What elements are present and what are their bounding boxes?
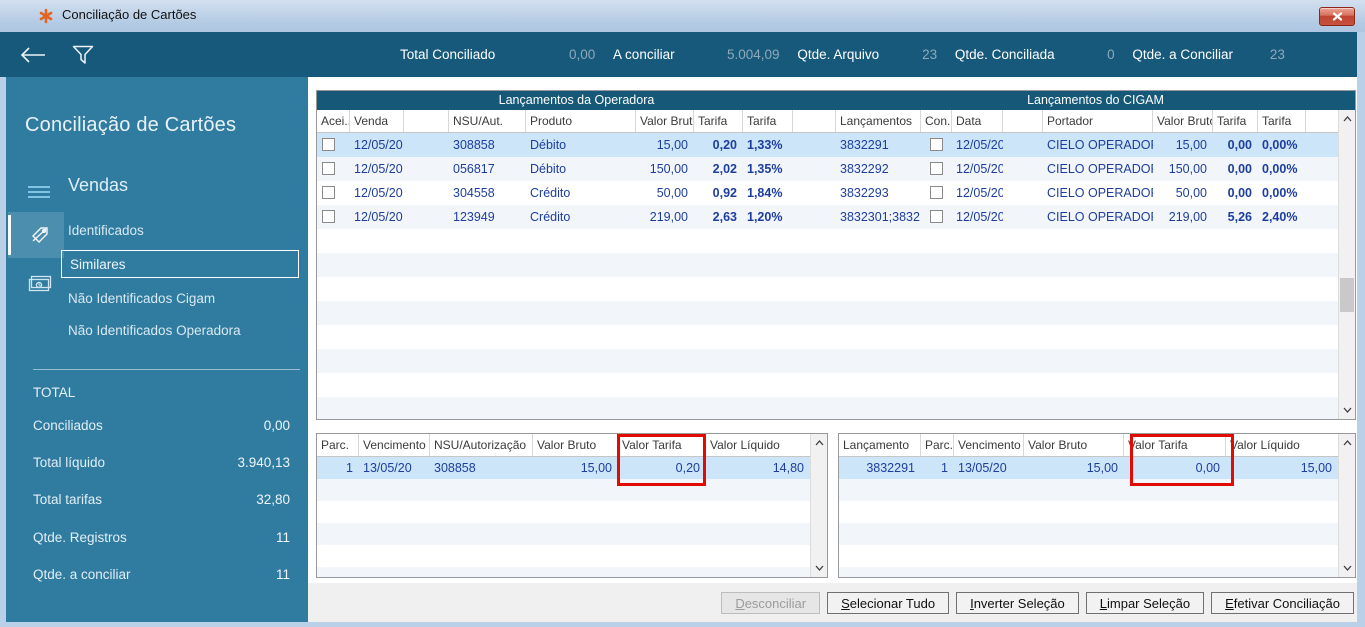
stat-total-conciliado: Total Conciliado 0,00: [400, 47, 596, 62]
scroll-down-icon[interactable]: [811, 560, 827, 576]
scrollbar-thumb[interactable]: [1340, 278, 1354, 312]
app-logo-icon: [38, 8, 54, 24]
group-header-operadora: Lançamentos da Operadora: [498, 93, 655, 107]
main-content: Lançamentos da Operadora Lançamentos do …: [308, 77, 1357, 622]
menu-hamburger-icon[interactable]: [28, 186, 50, 201]
grid-body: 12/05/20 308858 Débito 15,00 0,20 1,33% …: [317, 133, 1338, 419]
conciliado-checkbox[interactable]: [930, 161, 943, 175]
filter-funnel-icon[interactable]: [72, 32, 94, 77]
back-arrow-icon[interactable]: [20, 32, 46, 77]
close-button[interactable]: [1319, 7, 1355, 26]
main-grid-scrollbar[interactable]: [1338, 110, 1355, 419]
svg-text:$: $: [37, 283, 41, 290]
sidebar-item-similares[interactable]: Similares: [61, 250, 299, 278]
sidebar-item-nao-identificados-cigam[interactable]: Não Identificados Cigam: [68, 291, 215, 306]
inverter-selecao-button[interactable]: Inverter Seleção: [956, 592, 1079, 614]
active-section-indicator: [8, 215, 11, 255]
cigam-detail-grid: Lançamento Parc. Vencimento Valor Bruto …: [838, 433, 1356, 578]
grid-group-header: Lançamentos da Operadora Lançamentos do …: [317, 91, 1355, 110]
table-row[interactable]: 12/05/20 304558 Crédito 50,00 0,92 1,84%…: [317, 181, 1338, 205]
total-tarifas: Total tarifas 32,80: [33, 492, 290, 507]
scroll-up-icon[interactable]: [811, 435, 827, 451]
toolbar: Total Conciliado 0,00 A conciliar 5.004,…: [0, 32, 1357, 77]
total-qtde-registros: Qtde. Registros 11: [33, 530, 290, 545]
total-conciliados: Conciliados 0,00: [33, 418, 290, 433]
detail-grid-body: 1 13/05/20 308858 15,00 0,20 14,80: [317, 457, 810, 577]
stat-qtde-conciliada: Qtde. Conciliada 0: [954, 47, 1115, 62]
operadora-detail-grid: Parc. Vencimento NSU/Autorização Valor B…: [316, 433, 828, 578]
detail-grid-scrollbar[interactable]: [810, 434, 827, 577]
table-row[interactable]: 3832291 1 13/05/20 15,00 0,00 15,00: [839, 457, 1338, 479]
accept-checkbox[interactable]: [322, 185, 335, 199]
conciliado-checkbox[interactable]: [930, 137, 943, 151]
scroll-down-icon[interactable]: [1339, 560, 1355, 576]
valor-tarifa-annotation-right: [1130, 434, 1234, 486]
stat-a-conciliar: A conciliar 5.004,09: [613, 47, 780, 62]
grid-column-headers: Acei... Venda NSU/Aut. Produto Valor Bru…: [317, 110, 1338, 133]
conciliacao-cartoes-window: { "window": { "title": "Conciliação de C…: [0, 0, 1365, 627]
table-row[interactable]: 12/05/20 056817 Débito 150,00 2,02 1,35%…: [317, 157, 1338, 181]
sidebar-group-vendas: Vendas: [68, 175, 129, 195]
toolbar-stats: Total Conciliado 0,00 A conciliar 5.004,…: [400, 32, 1285, 77]
valor-tarifa-annotation-left: [617, 434, 706, 486]
accept-checkbox[interactable]: [322, 161, 335, 175]
sidebar: Conciliação de Cartões Vendas $ Identifi…: [6, 77, 308, 622]
sidebar-heading: Conciliação de Cartões: [25, 114, 237, 136]
group-header-cigam: Lançamentos do CIGAM: [1027, 93, 1164, 107]
limpar-selecao-button[interactable]: Limpar Seleção: [1085, 592, 1205, 614]
detail-grid-scrollbar[interactable]: [1338, 434, 1355, 577]
money-icon[interactable]: $: [28, 275, 52, 297]
table-row[interactable]: 12/05/20 123949 Crédito 219,00 2,63 1,20…: [317, 205, 1338, 229]
detail-grid-headers: Parc. Vencimento NSU/Autorização Valor B…: [317, 434, 810, 457]
title-bar: Conciliação de Cartões: [0, 0, 1365, 32]
table-row[interactable]: 1 13/05/20 308858 15,00 0,20 14,80: [317, 457, 810, 479]
reconciliation-grid: Lançamentos da Operadora Lançamentos do …: [316, 90, 1356, 420]
total-liquido: Total líquido 3.940,13: [33, 455, 290, 470]
detail-grid-body: 3832291 1 13/05/20 15,00 0,00 15,00: [839, 457, 1338, 577]
conciliado-checkbox[interactable]: [930, 209, 943, 223]
totals-divider: [33, 369, 300, 370]
tag-icon[interactable]: [30, 225, 50, 250]
accept-checkbox[interactable]: [322, 209, 335, 223]
stat-qtde-a-conciliar: Qtde. a Conciliar 23: [1132, 47, 1285, 62]
sidebar-item-nao-identificados-operadora[interactable]: Não Identificados Operadora: [68, 323, 241, 338]
stat-qtde-arquivo: Qtde. Arquivo 23: [797, 47, 938, 62]
efetivar-conciliacao-button[interactable]: Efetivar Conciliação: [1211, 592, 1354, 614]
scroll-up-icon[interactable]: [1339, 435, 1355, 451]
conciliado-checkbox[interactable]: [930, 185, 943, 199]
scroll-down-icon[interactable]: [1339, 402, 1355, 418]
window-title: Conciliação de Cartões: [62, 7, 197, 22]
detail-grid-headers: Lançamento Parc. Vencimento Valor Bruto …: [839, 434, 1338, 457]
accept-checkbox[interactable]: [322, 137, 335, 151]
scroll-up-icon[interactable]: [1339, 111, 1355, 127]
total-qtde-a-conciliar: Qtde. a conciliar 11: [33, 567, 290, 582]
selecionar-tudo-button[interactable]: Selecionar Tudo: [827, 592, 950, 614]
desconciliar-button: Desconciliar: [721, 592, 821, 614]
action-buttons: Desconciliar Selecionar Tudo Inverter Se…: [721, 592, 1354, 614]
sidebar-item-identificados[interactable]: Identificados: [68, 223, 144, 238]
table-row[interactable]: 12/05/20 308858 Débito 15,00 0,20 1,33% …: [317, 133, 1338, 157]
totals-title: TOTAL: [33, 385, 76, 400]
